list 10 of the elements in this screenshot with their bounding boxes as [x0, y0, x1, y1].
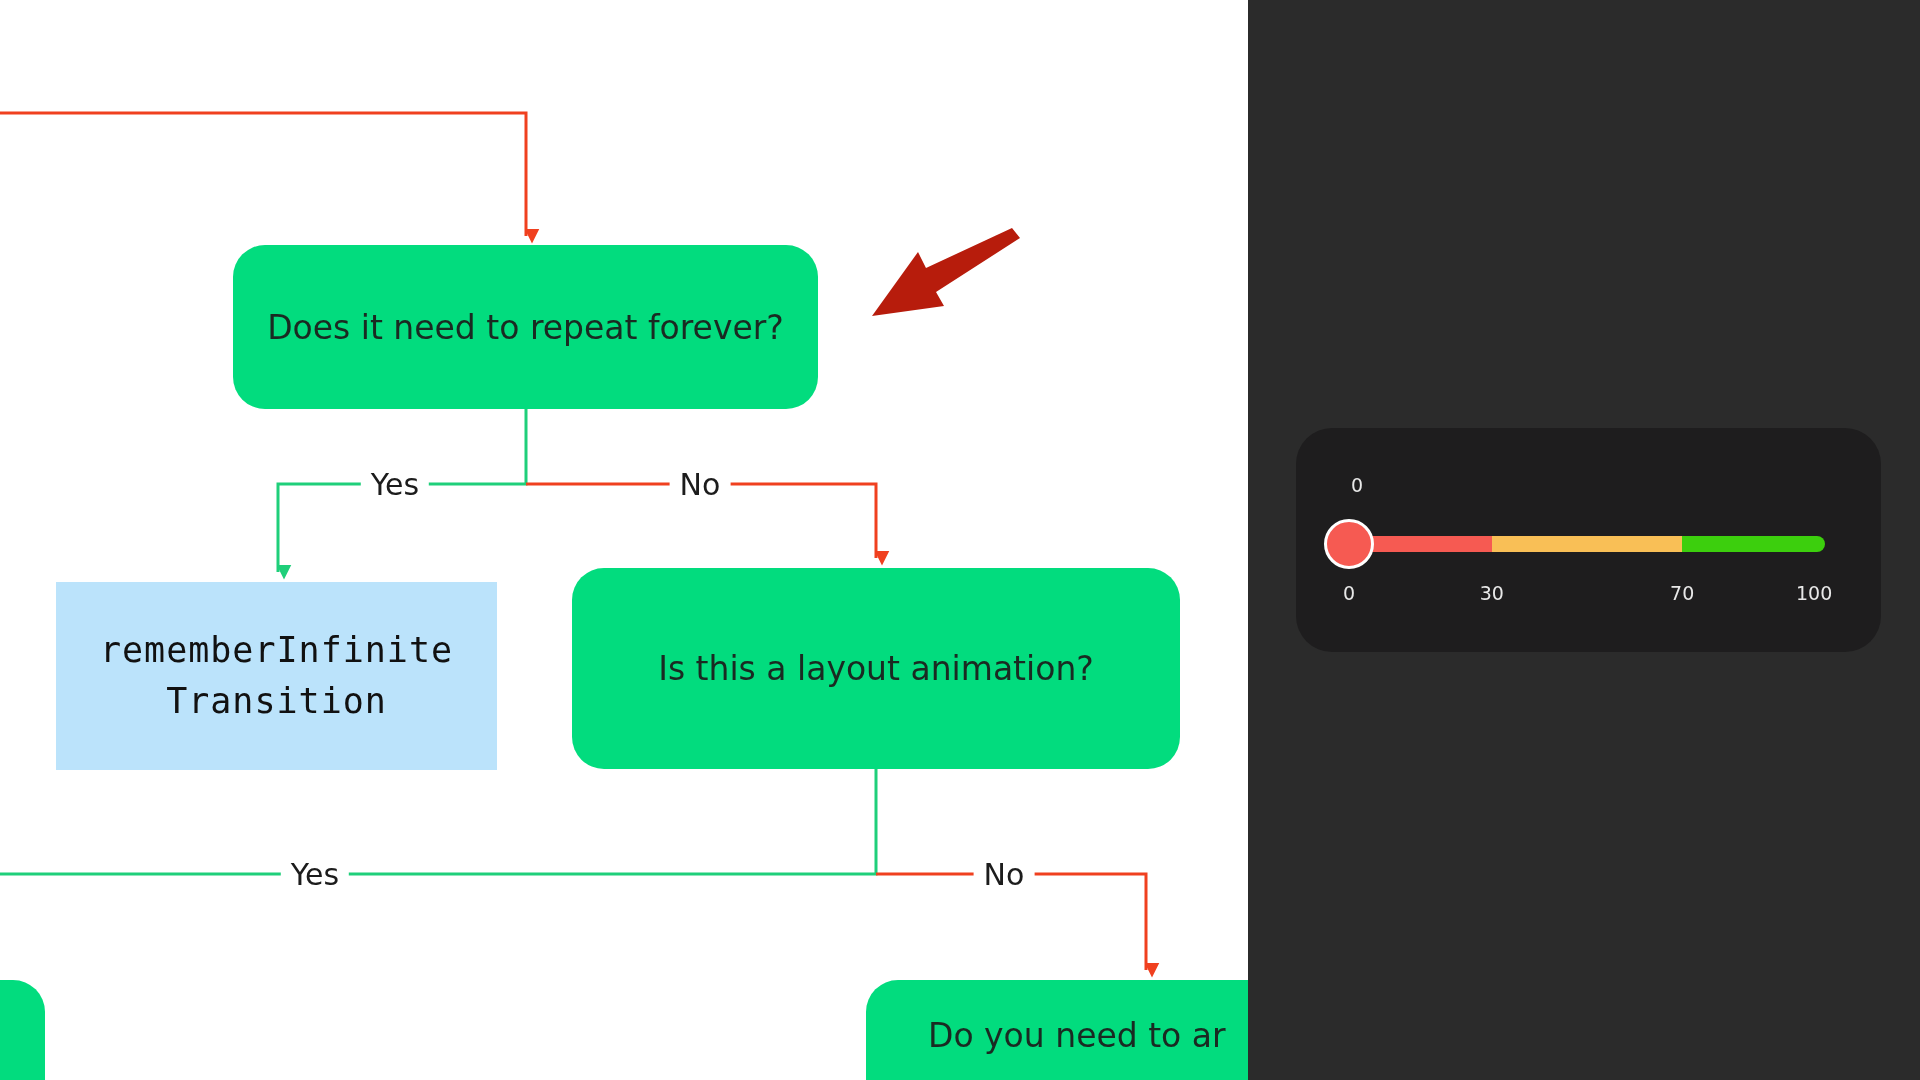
- tick-label: 100: [1796, 582, 1833, 604]
- tick-label: 30: [1479, 582, 1504, 604]
- tick-label: 70: [1670, 582, 1695, 604]
- node-text: rememberInfinite Transition: [99, 629, 454, 723]
- node-text: Do you need to ar: [928, 1016, 1226, 1055]
- node-text: Is this a layout animation?: [658, 649, 1094, 688]
- tick-label: 0: [1342, 582, 1356, 604]
- slider-thumb[interactable]: [1324, 519, 1374, 569]
- slider-value: 0: [1351, 474, 1364, 496]
- node-text: Does it need to repeat forever?: [267, 307, 784, 347]
